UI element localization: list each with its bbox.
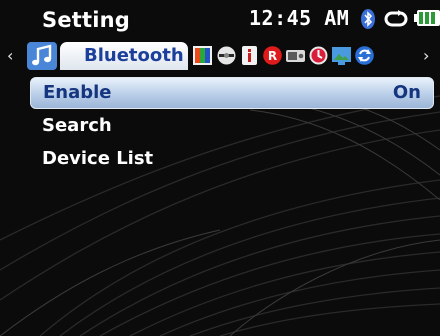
picture-icon[interactable] bbox=[332, 46, 351, 65]
status-bar: Setting 12:45 AM bbox=[0, 0, 440, 38]
battery-icon bbox=[414, 10, 440, 26]
menu-item-enable[interactable]: Enable On bbox=[30, 77, 434, 109]
disc-icon[interactable] bbox=[217, 46, 236, 65]
tab-bluetooth[interactable]: Bluetooth bbox=[60, 42, 188, 70]
menu-item-device-list[interactable]: Device List bbox=[30, 144, 432, 174]
menu-item-label: Device List bbox=[42, 148, 154, 169]
display-icon[interactable] bbox=[193, 46, 212, 65]
tab-bluetooth-label: Bluetooth bbox=[84, 45, 184, 66]
record-icon[interactable]: R bbox=[263, 46, 282, 65]
sync-icon[interactable] bbox=[355, 46, 374, 65]
menu-item-label: Enable bbox=[43, 82, 112, 103]
clock-icon[interactable] bbox=[309, 46, 328, 65]
clock: 12:45 AM bbox=[249, 6, 350, 30]
music-note-icon bbox=[27, 42, 57, 70]
repeat-icon bbox=[384, 10, 408, 27]
menu-item-search[interactable]: Search bbox=[30, 111, 432, 141]
screen-title: Setting bbox=[42, 8, 131, 32]
svg-text:R: R bbox=[268, 49, 277, 63]
tab-scroll-left-arrow[interactable]: ‹ bbox=[7, 46, 13, 65]
tab-scroll-right-arrow[interactable]: › bbox=[423, 46, 429, 65]
menu-item-label: Search bbox=[42, 115, 112, 136]
bluetooth-icon bbox=[361, 9, 375, 29]
category-tab-strip: ‹ Bluetooth R › bbox=[0, 39, 440, 72]
menu-item-value: On bbox=[392, 82, 421, 103]
info-icon[interactable] bbox=[240, 46, 259, 65]
radio-icon[interactable] bbox=[286, 46, 305, 65]
